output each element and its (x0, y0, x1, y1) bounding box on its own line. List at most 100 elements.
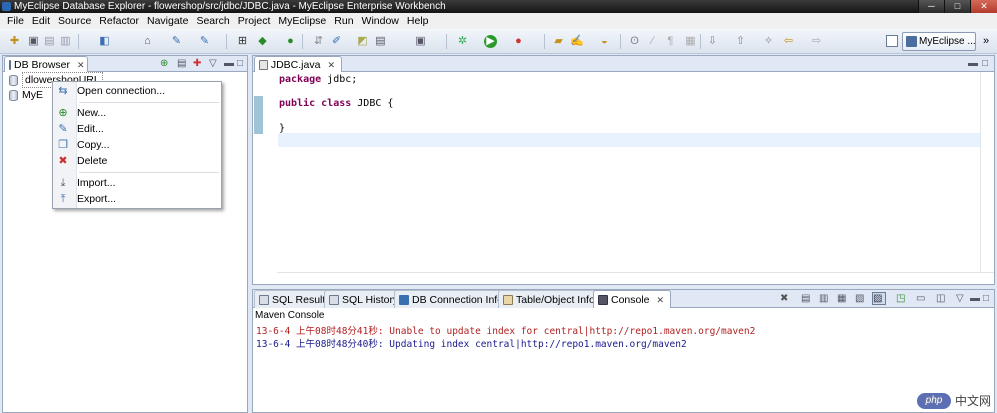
annotation-icon[interactable]: ▤ (374, 35, 387, 48)
sql-results-icon (259, 294, 269, 305)
print-icon[interactable]: ▥ (59, 35, 72, 48)
close-icon[interactable]: ✕ (657, 293, 665, 307)
maximize-icon[interactable]: □ (982, 58, 988, 69)
open-type-icon[interactable]: ◆ (256, 35, 269, 48)
last-edit-icon[interactable]: ✧ (762, 35, 775, 48)
task-icon[interactable]: ◩ (356, 35, 369, 48)
menu-item-new[interactable]: ⊕ New... (53, 105, 221, 121)
menu-myeclipse[interactable]: MyEclipse (274, 15, 330, 27)
editor-panel: JDBC.java ✕ ▬ □ package jdbc; public cla… (252, 55, 995, 285)
menu-help[interactable]: Help (403, 15, 433, 27)
menu-item-copy[interactable]: ❐ Copy... (53, 137, 221, 153)
context-menu: ⇆ Open connection... ⊕ New... ✎ Edit... … (52, 81, 222, 209)
tab-table-object-info[interactable]: Table/Object Info (498, 290, 602, 308)
block-selection-icon[interactable]: ▦ (684, 35, 697, 48)
menu-file[interactable]: File (3, 15, 28, 27)
db-browser-header: DB Browser ✕ ⊕ ▤ ✚ ▽ ▬ □ (3, 56, 247, 72)
pen-icon[interactable]: ∕ (646, 35, 659, 48)
add-jsp-icon[interactable]: ✎ (170, 35, 183, 48)
code-line-1[interactable]: package jdbc; (279, 74, 357, 85)
server-icon[interactable]: ▣ (414, 35, 427, 48)
refresh-icon[interactable]: ▤ (177, 58, 186, 69)
pin-icon[interactable]: ʘ (628, 35, 641, 48)
perspective-more-button[interactable]: » (980, 35, 992, 48)
new-console-icon[interactable]: ◫ (936, 293, 945, 304)
search-flashlight-icon[interactable]: ✍ (570, 35, 584, 48)
tree-item-connection[interactable]: MyE (9, 88, 43, 102)
mark-occurrences-icon[interactable]: ✐ (330, 35, 343, 48)
save-all-icon[interactable]: ▤ (43, 35, 56, 48)
maximize-button[interactable]: □ (944, 0, 970, 13)
minimize-icon[interactable]: ▬ (968, 58, 978, 69)
deploy-icon[interactable]: ⌂ (141, 35, 154, 48)
minimize-icon[interactable]: ▬ (970, 293, 980, 304)
perspective-switcher[interactable]: MyEclipse ... (902, 32, 976, 51)
view-menu-icon[interactable]: ▽ (956, 293, 964, 304)
back-icon[interactable]: ⇦ (782, 35, 795, 48)
menu-item-delete[interactable]: ✖ Delete (53, 153, 221, 169)
open-perspective-icon[interactable] (886, 35, 898, 47)
maximize-icon[interactable]: □ (237, 58, 243, 69)
editor-horizontal-scrollbar[interactable] (277, 272, 994, 284)
display-console-icon[interactable]: ◳ (896, 293, 905, 304)
close-button[interactable]: ✕ (970, 0, 997, 13)
show-whitespace-icon[interactable]: ¶ (664, 35, 677, 48)
save-icon[interactable]: ▣ (27, 35, 40, 48)
remove-launch-icon[interactable]: ▤ (801, 293, 810, 304)
open-task-icon[interactable]: ◒ (598, 35, 611, 48)
code-line-3[interactable]: public class JDBC { (279, 98, 393, 109)
db-browser-tab-label: DB Browser (14, 58, 71, 71)
maximize-icon[interactable]: □ (983, 293, 989, 304)
menu-separator (79, 172, 219, 173)
tab-db-browser[interactable]: DB Browser ✕ (4, 56, 88, 72)
external-tools-icon[interactable]: ● (512, 35, 525, 48)
next-annotation-icon[interactable]: ⇩ (706, 35, 719, 48)
tab-console[interactable]: Console ✕ (593, 290, 672, 308)
debug-icon[interactable]: ✲ (456, 35, 469, 48)
toggle-icon[interactable]: ⇵ (312, 35, 325, 48)
editor-vertical-scrollbar[interactable] (980, 72, 994, 272)
open-console-icon[interactable]: ▭ (916, 293, 925, 304)
menu-window[interactable]: Window (358, 15, 403, 27)
close-icon[interactable]: ✕ (327, 58, 335, 72)
tab-db-connection-info[interactable]: DB Connection Info (394, 290, 511, 308)
minimize-button[interactable]: ─ (918, 0, 944, 13)
clear-console-icon[interactable]: ▥ (819, 293, 828, 304)
menu-edit[interactable]: Edit (28, 15, 54, 27)
prev-annotation-icon[interactable]: ⇧ (734, 35, 747, 48)
open-folder-icon[interactable]: ▰ (552, 35, 565, 48)
menu-source[interactable]: Source (54, 15, 95, 27)
web-browser-icon[interactable]: ● (284, 35, 297, 48)
disconnect-icon[interactable]: ✚ (193, 58, 201, 69)
new-server-icon[interactable]: ◧ (98, 35, 111, 48)
open-connection-icon: ⇆ (58, 85, 68, 97)
minimize-icon[interactable]: ▬ (224, 58, 234, 69)
menu-item-edit[interactable]: ✎ Edit... (53, 121, 221, 137)
add-servlet-icon[interactable]: ✎ (198, 35, 211, 48)
scroll-lock-icon[interactable]: ▦ (837, 293, 846, 304)
menu-search[interactable]: Search (192, 15, 233, 27)
pin-console-icon[interactable]: ▨ (872, 292, 886, 305)
menu-navigate[interactable]: Navigate (143, 15, 192, 27)
view-menu-icon[interactable]: ▽ (209, 58, 217, 69)
menu-run[interactable]: Run (330, 15, 357, 27)
menu-item-open-connection[interactable]: ⇆ Open connection... (53, 83, 221, 99)
new-connection-icon[interactable]: ⊕ (160, 58, 168, 69)
menu-refactor[interactable]: Refactor (95, 15, 143, 27)
db-connection-icon (399, 294, 409, 305)
menu-item-label: Import... (77, 177, 116, 189)
console-line: 13-6-4 上午08时48分41秒: Unable to update ind… (256, 326, 756, 337)
run-icon[interactable]: ▶ (484, 35, 497, 48)
close-icon[interactable]: ✕ (77, 58, 85, 72)
menu-project[interactable]: Project (234, 15, 275, 27)
menu-item-export[interactable]: ⤒ Export... (53, 191, 221, 207)
show-on-output-icon[interactable]: ▧ (855, 293, 864, 304)
forward-icon[interactable]: ⇨ (810, 35, 823, 48)
code-text: jdbc; (321, 74, 358, 85)
menu-item-import[interactable]: ⤓ Import... (53, 175, 221, 191)
new-icon[interactable]: ✚ (8, 35, 21, 48)
code-line-5[interactable]: } (279, 123, 285, 134)
tab-jdbc-java[interactable]: JDBC.java ✕ (254, 56, 342, 72)
hierarchy-icon[interactable]: ⊞ (236, 35, 249, 48)
terminate-icon[interactable]: ✖ (780, 293, 788, 304)
